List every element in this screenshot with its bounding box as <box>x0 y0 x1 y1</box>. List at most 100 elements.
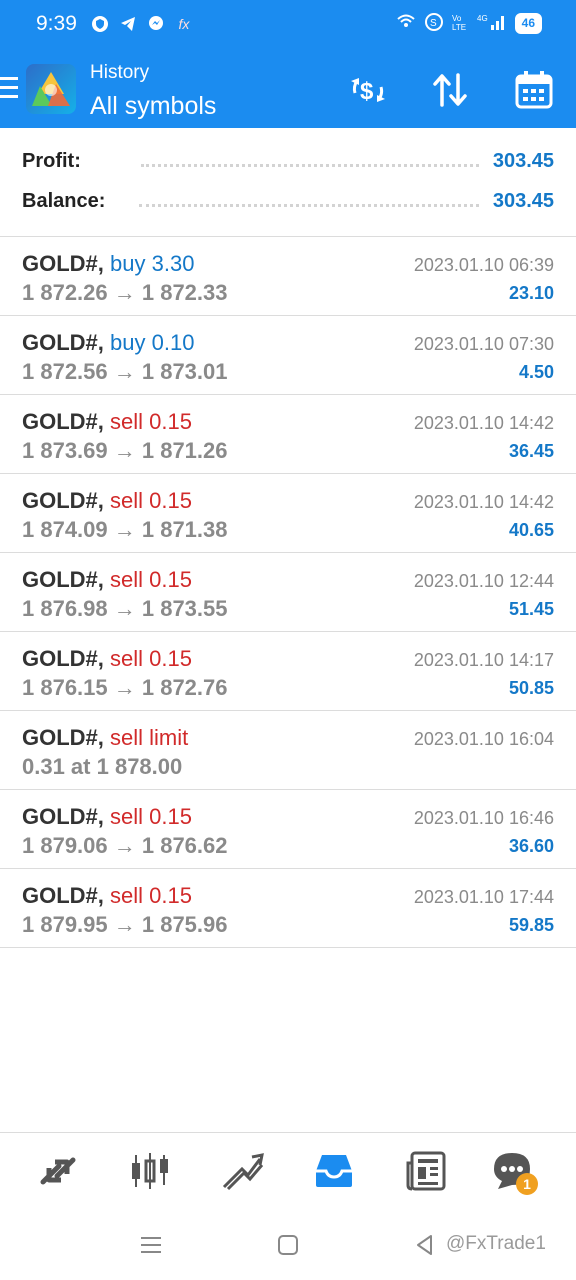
home-square-icon <box>278 1235 298 1255</box>
symbol-name: GOLD#, <box>22 804 104 829</box>
trade-side: buy 0.10 <box>110 330 195 355</box>
chart-tab[interactable] <box>128 1149 172 1193</box>
trade-side: sell 0.15 <box>110 488 192 513</box>
symbol-name: GOLD#, <box>22 646 104 671</box>
trade-time: 2023.01.10 12:44 <box>413 571 554 591</box>
menu-icon[interactable] <box>0 77 18 101</box>
trade-prices: 1 879.06 → 1 876.62 <box>22 833 228 858</box>
trade-profit: 4.50 <box>518 362 554 382</box>
status-notification-icons: fx <box>90 14 194 34</box>
trade-symbol: GOLD#, sell 0.15 <box>22 409 192 435</box>
trade-history-list: GOLD#, buy 3.30 1 872.26 → 1 872.33 2023.0… <box>0 237 576 948</box>
sort-arrows-icon <box>433 73 467 107</box>
news-tab[interactable] <box>404 1149 448 1193</box>
trade-side: sell limit <box>110 725 189 750</box>
trade-row[interactable]: GOLD#, sell limit 0.31 at 1 878.00 2023.01… <box>0 711 576 790</box>
trade-profit: 36.60 <box>508 836 554 856</box>
trade-symbol: GOLD#, sell 0.15 <box>22 488 192 514</box>
trade-symbol: GOLD#, buy 3.30 <box>22 251 194 277</box>
quotes-icon <box>40 1157 76 1185</box>
trade-time: 2023.01.10 16:04 <box>413 729 554 749</box>
trade-time: 2023.01.10 16:46 <box>413 808 554 828</box>
trade-row[interactable]: GOLD#, sell 0.15 1 873.69 → 1 871.26 2023.… <box>0 395 576 474</box>
page-title[interactable]: All symbols <box>90 92 216 121</box>
messages-tab[interactable]: 1 <box>490 1149 538 1195</box>
svg-text:S: S <box>430 18 437 29</box>
trade-row[interactable]: GOLD#, buy 0.10 1 872.56 → 1 873.01 2023.0… <box>0 316 576 395</box>
symbol-name: GOLD#, <box>22 409 104 434</box>
trade-prices: 1 876.15 → 1 872.76 <box>22 675 228 700</box>
news-icon <box>406 1151 446 1191</box>
sort-button[interactable] <box>428 68 472 112</box>
trade-prices: 1 872.26 → 1 872.33 <box>22 280 228 305</box>
trade-row[interactable]: GOLD#, sell 0.15 1 879.95 → 1 875.96 2023.… <box>0 869 576 948</box>
back-triangle-icon <box>417 1235 432 1255</box>
vpn-icon <box>395 13 417 34</box>
profit-value: 303.45 <box>492 149 554 172</box>
account-summary: Profit: 303.45 Balance: 303.45 <box>0 128 576 237</box>
date-range-button[interactable] <box>512 68 556 112</box>
svg-text:LTE: LTE <box>452 23 466 31</box>
history-inbox-icon <box>316 1155 352 1187</box>
balance-value: 303.45 <box>492 189 554 212</box>
trade-row[interactable]: GOLD#, buy 3.30 1 872.26 → 1 872.33 2023.0… <box>0 237 576 316</box>
trade-symbol: GOLD#, sell 0.15 <box>22 883 192 909</box>
dotted-leader <box>139 203 479 207</box>
recents-button[interactable] <box>138 1232 164 1258</box>
trade-symbol: GOLD#, buy 0.10 <box>22 330 194 356</box>
balance-label: Balance: <box>22 189 106 212</box>
system-navigation-bar: @FxTrade1 <box>0 1208 576 1280</box>
trade-profit: 51.45 <box>508 599 554 619</box>
fx-icon: fx <box>178 16 190 32</box>
symbol-name: GOLD#, <box>22 883 104 908</box>
trade-profit: 40.65 <box>508 520 554 540</box>
trade-tab[interactable] <box>220 1149 264 1193</box>
trade-prices: 1 876.98 → 1 873.55 <box>22 596 228 621</box>
unread-badge: 1 <box>516 1173 538 1195</box>
menu-lines-icon <box>141 1237 161 1253</box>
app-logo-icon[interactable] <box>26 64 76 114</box>
balance-row: Balance: 303.45 <box>22 184 554 218</box>
trade-profit: 59.85 <box>508 915 554 935</box>
trade-symbol: GOLD#, sell 0.15 <box>22 646 192 672</box>
history-tab[interactable] <box>312 1149 356 1193</box>
trade-side: buy 3.30 <box>110 251 195 276</box>
trade-symbol: GOLD#, sell 0.15 <box>22 804 192 830</box>
trade-prices: 1 874.09 → 1 871.38 <box>22 517 228 542</box>
trade-trend-icon <box>222 1153 264 1191</box>
trade-time: 2023.01.10 17:44 <box>413 887 554 907</box>
battery-indicator: 46 <box>514 13 542 34</box>
dotted-leader <box>140 163 479 167</box>
svg-text:Vo: Vo <box>452 14 462 23</box>
trade-side: sell 0.15 <box>110 646 192 671</box>
app-subtitle: History <box>90 62 150 83</box>
trade-row[interactable]: GOLD#, sell 0.15 1 876.98 → 1 873.55 2023.… <box>0 553 576 632</box>
trade-prices: 0.31 at 1 878.00 <box>22 754 183 779</box>
messenger-icon <box>146 14 166 34</box>
symbol-name: GOLD#, <box>22 251 104 276</box>
svg-text:$: $ <box>360 78 374 105</box>
symbol-name: GOLD#, <box>22 330 104 355</box>
trade-side: sell 0.15 <box>110 804 192 829</box>
trade-symbol: GOLD#, sell 0.15 <box>22 567 192 593</box>
deposit-withdraw-button[interactable]: $ <box>346 68 390 112</box>
currency-exchange-icon: $ <box>351 78 385 105</box>
trade-side: sell 0.15 <box>110 409 192 434</box>
status-bar: 9:39 fx S Vo LTE 4G 46 <box>0 0 576 50</box>
telegram-icon <box>118 14 138 34</box>
trade-symbol: GOLD#, sell limit <box>22 725 188 751</box>
vpn-shield-icon <box>90 14 110 34</box>
volte-icon: Vo LTE <box>451 13 469 34</box>
trade-row[interactable]: GOLD#, sell 0.15 1 876.15 → 1 872.76 2023.… <box>0 632 576 711</box>
trade-row[interactable]: GOLD#, sell 0.15 1 879.06 → 1 876.62 2023.… <box>0 790 576 869</box>
home-button[interactable] <box>275 1232 301 1258</box>
trade-prices: 1 872.56 → 1 873.01 <box>22 359 228 384</box>
trade-side: sell 0.15 <box>110 883 192 908</box>
trade-time: 2023.01.10 14:42 <box>413 492 554 512</box>
trade-profit: 36.45 <box>508 441 554 461</box>
trade-side: sell 0.15 <box>110 567 192 592</box>
quotes-tab[interactable] <box>36 1149 80 1193</box>
back-button[interactable] <box>412 1232 438 1258</box>
trade-row[interactable]: GOLD#, sell 0.15 1 874.09 → 1 871.38 2023.… <box>0 474 576 553</box>
status-time: 9:39 <box>36 12 77 35</box>
